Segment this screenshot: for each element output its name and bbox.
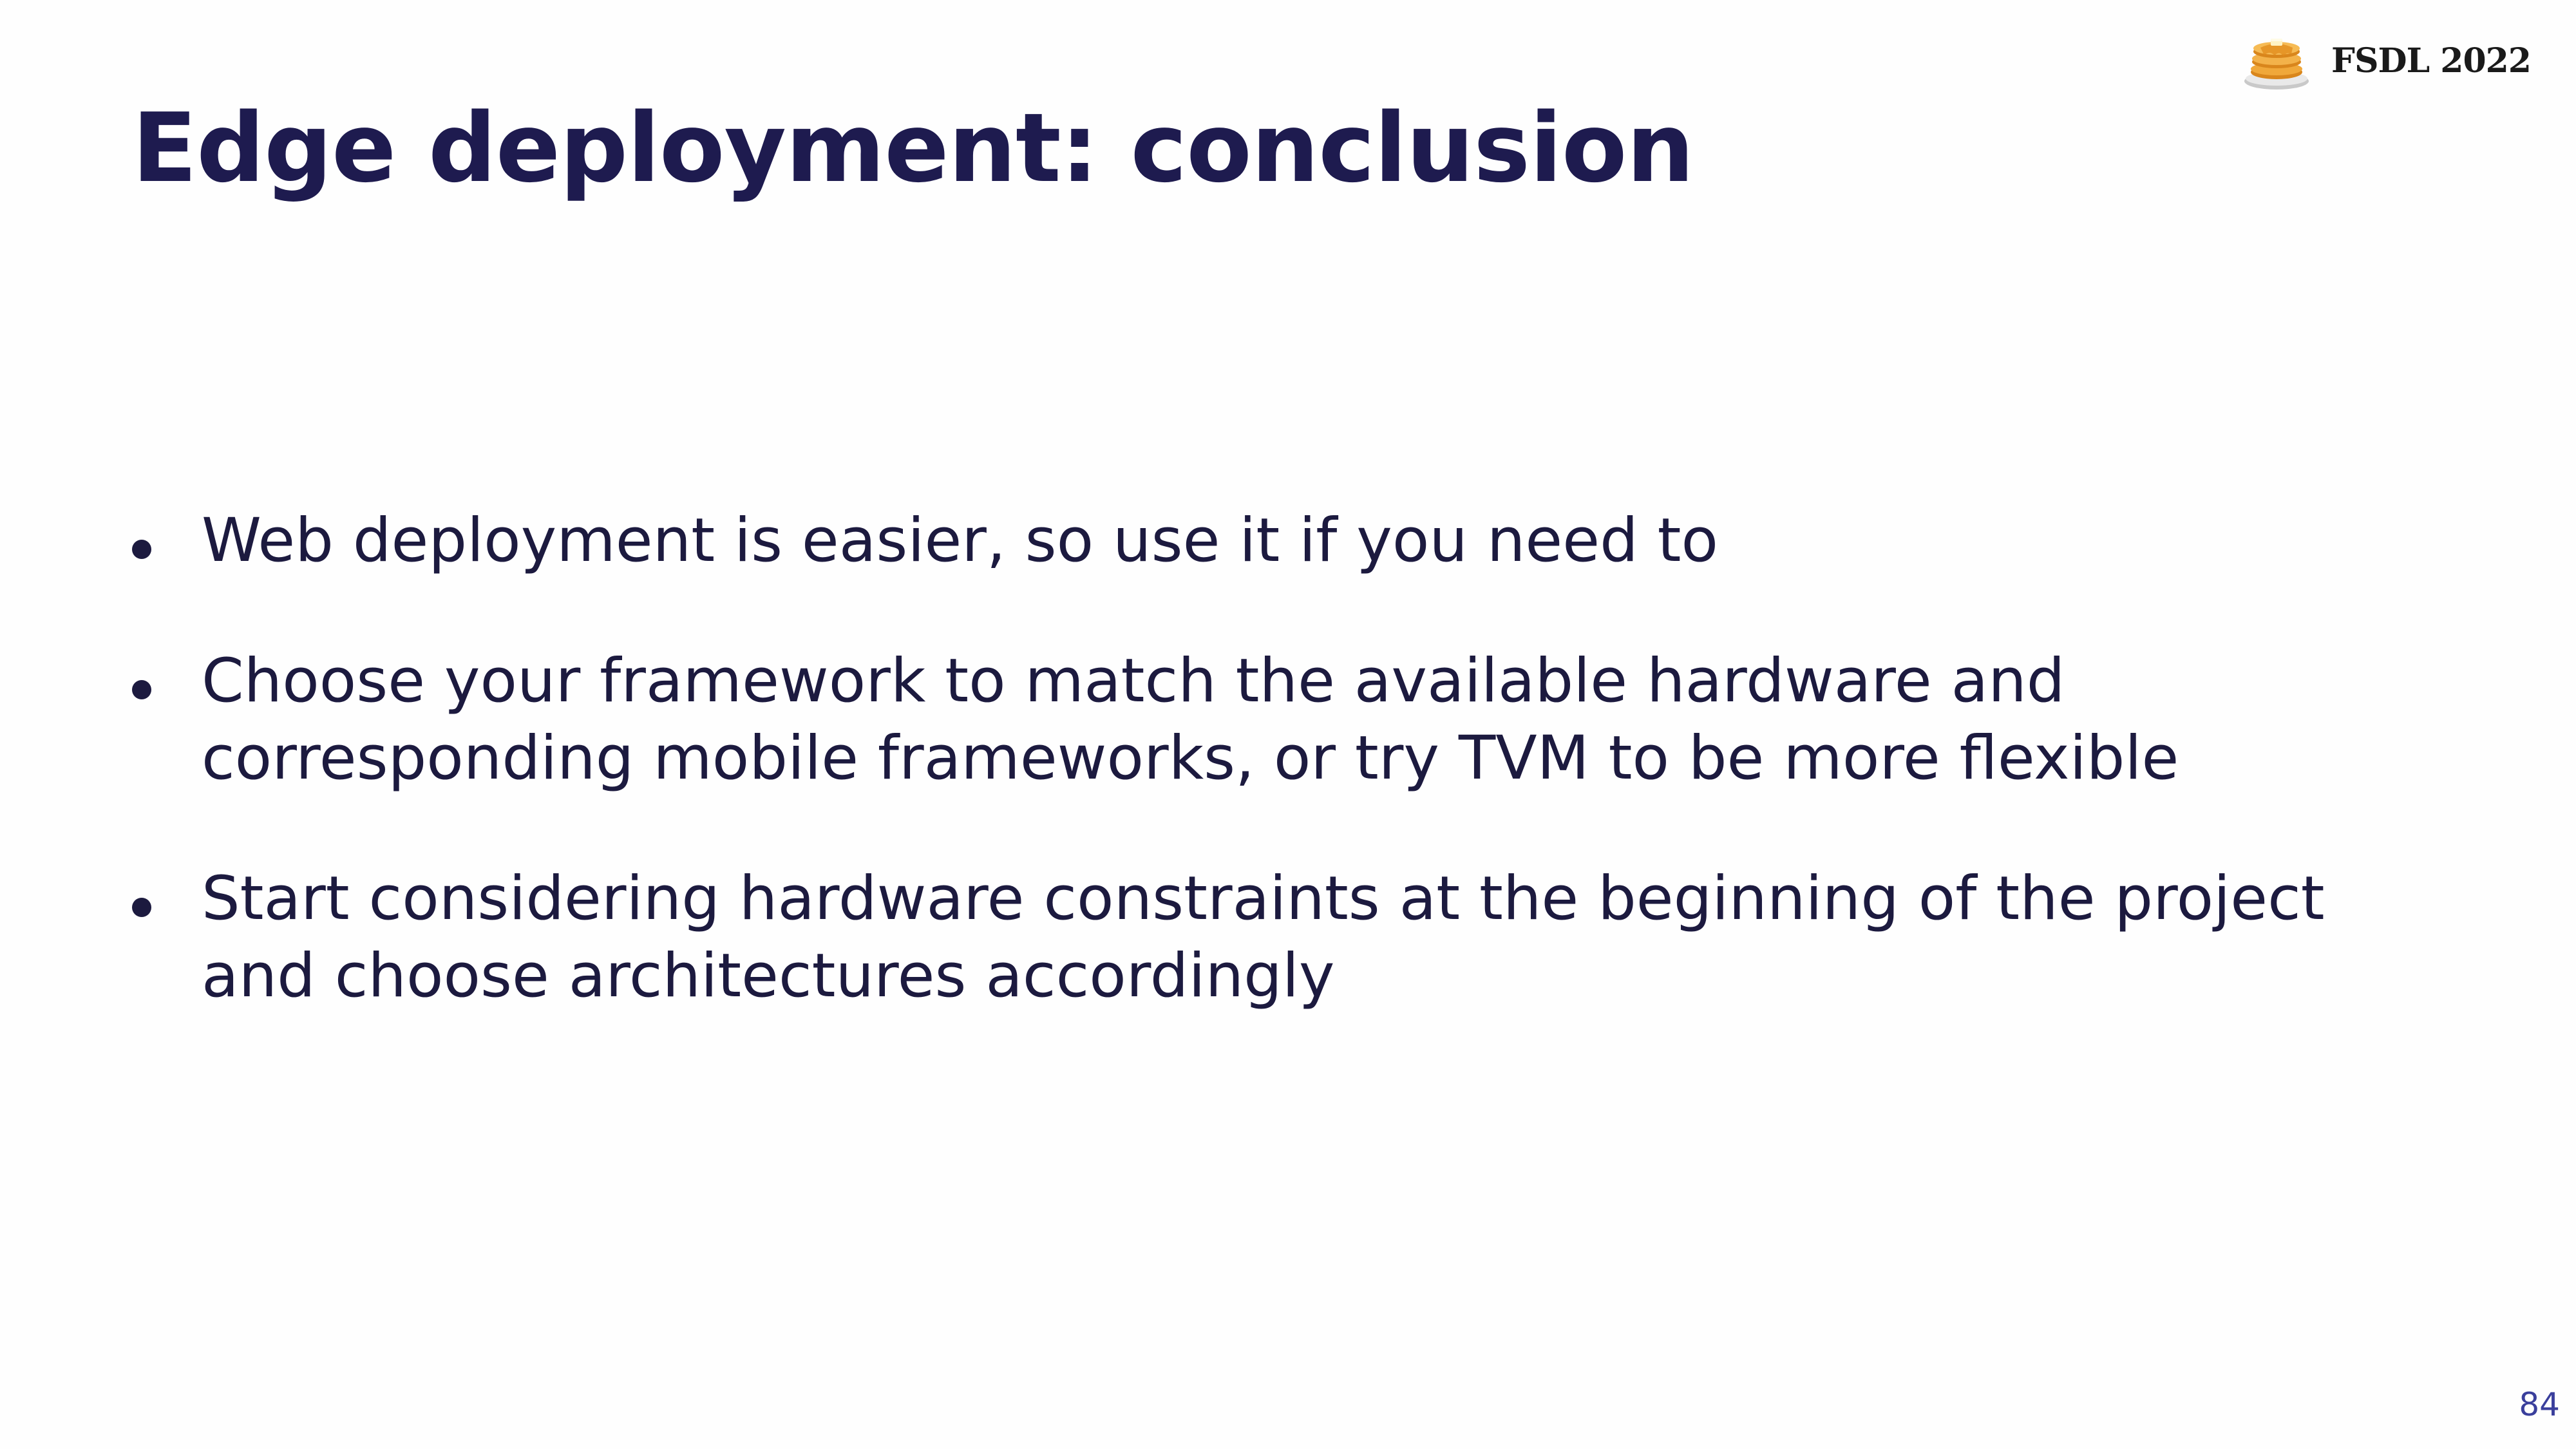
bullet-item: Web deployment is easier, so use it if y… [132, 502, 2386, 580]
bullet-dot [132, 680, 151, 699]
slide: Edge deployment: conclusion FSDL 2022 We… [0, 0, 2576, 1449]
bullet-text: Start considering hardware constraints a… [202, 864, 2325, 1011]
brand-label: FSDL 2022 [2331, 41, 2532, 80]
bullet-dot [132, 540, 151, 559]
pancake-stack-icon [2244, 39, 2309, 90]
bullet-text: Choose your framework to match the avail… [202, 646, 2179, 793]
page-number: 84 [2519, 1386, 2560, 1423]
bullet-item: Start considering hardware constraints a… [132, 860, 2386, 1015]
bullet-dot [132, 898, 151, 917]
bullet-list: Web deployment is easier, so use it if y… [132, 502, 2386, 1078]
bullet-text: Web deployment is easier, so use it if y… [202, 506, 1719, 576]
bullet-item: Choose your framework to match the avail… [132, 643, 2386, 797]
slide-title: Edge deployment: conclusion [132, 93, 1694, 204]
brand-badge: FSDL 2022 [2241, 28, 2532, 93]
